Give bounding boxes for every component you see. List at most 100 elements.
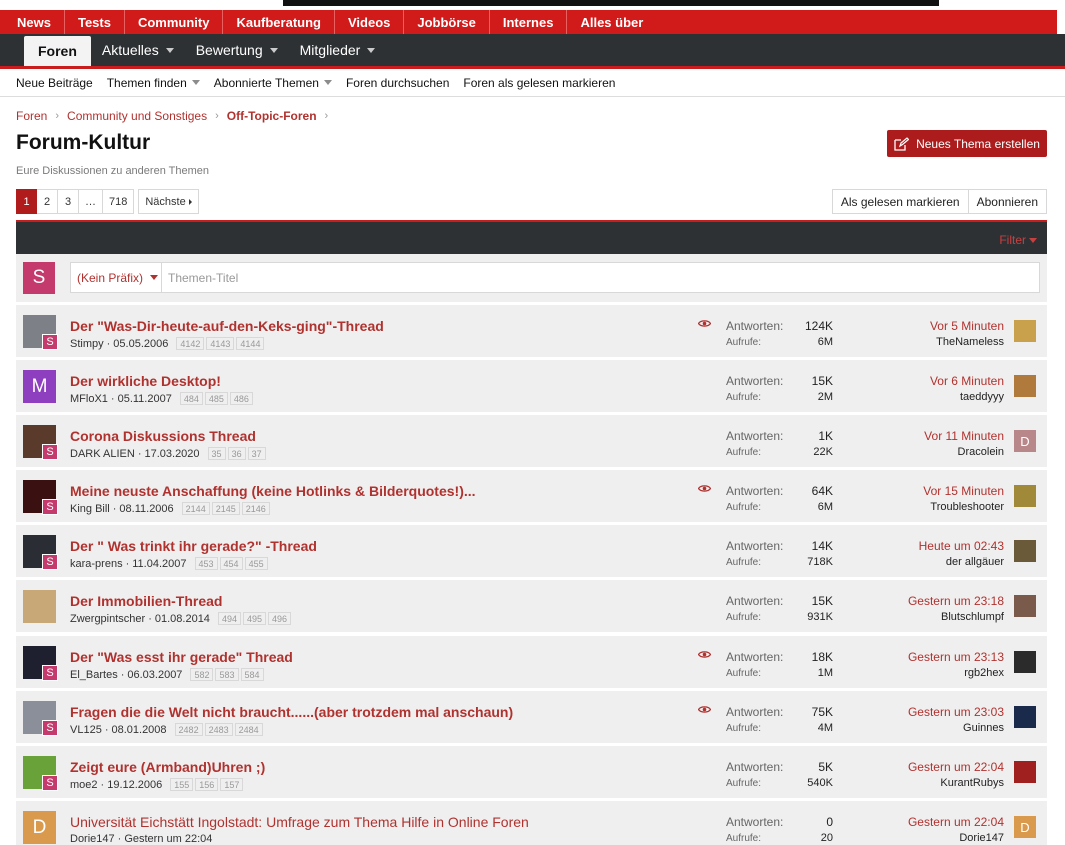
page-link-last[interactable]: 718	[103, 189, 135, 214]
thread-title[interactable]: Zeigt eure (Armband)Uhren ;)	[70, 759, 265, 775]
last-post-user[interactable]: rgb2hex	[964, 667, 1004, 679]
thread-author[interactable]: kara-prens	[70, 558, 123, 570]
page-link-3[interactable]: 3	[58, 189, 79, 214]
avatar[interactable]	[1014, 761, 1036, 783]
thread-page-link[interactable]: 2144	[181, 502, 210, 515]
last-post-time[interactable]: Vor 11 Minuten	[924, 429, 1004, 443]
filter-button[interactable]: Filter	[999, 233, 1037, 247]
tab-foren[interactable]: Foren	[24, 36, 91, 66]
thread-page-link[interactable]: 455	[244, 557, 268, 570]
thread-page-link[interactable]: 583	[215, 668, 239, 681]
top-nav-item[interactable]: Jobbörse	[404, 10, 490, 34]
top-nav-item[interactable]: News	[0, 10, 65, 34]
last-post-user[interactable]: taeddyyy	[960, 391, 1004, 403]
last-post-user[interactable]: Blutschlumpf	[941, 611, 1004, 623]
avatar[interactable]	[1014, 485, 1036, 507]
top-nav-item[interactable]: Videos	[335, 10, 405, 34]
thread-page-link[interactable]: 4143	[206, 337, 235, 350]
thread-row[interactable]: S Meine neuste Anschaffung (keine Hotlink…	[16, 470, 1047, 522]
avatar[interactable]	[1014, 320, 1036, 342]
page-link-1[interactable]: 1	[16, 189, 37, 214]
top-nav-item[interactable]: Alles über	[567, 10, 656, 34]
link-watched-threads[interactable]: Abonnierte Themen	[207, 76, 339, 90]
thread-row[interactable]: M Der wirkliche Desktop! MFloX1 · 05.11.2007…	[16, 360, 1047, 412]
avatar[interactable]: S	[23, 701, 58, 736]
new-thread-button[interactable]: Neues Thema erstellen	[887, 130, 1047, 157]
prefix-select[interactable]: (Kein Präfix)	[70, 262, 162, 293]
thread-author[interactable]: DARK ALIEN	[70, 448, 135, 460]
breadcrumb-community[interactable]: Community und Sonstiges	[67, 109, 207, 123]
thread-page-link[interactable]: 454	[219, 557, 243, 570]
thread-row[interactable]: S Der "Was esst ihr gerade" Thread El_Bart…	[16, 636, 1047, 688]
top-nav-item[interactable]: Community	[125, 10, 224, 34]
last-post-time[interactable]: Vor 6 Minuten	[930, 374, 1004, 388]
avatar[interactable]: S	[23, 480, 58, 515]
avatar[interactable]: S	[23, 315, 58, 350]
avatar[interactable]: S	[23, 535, 58, 570]
thread-author[interactable]: MFloX1	[70, 393, 108, 405]
thread-title[interactable]: Der "Was-Dir-heute-auf-den-Keks-ging"-Th…	[70, 318, 384, 334]
thread-title[interactable]: Universität Eichstätt Ingolstadt: Umfrag…	[70, 814, 529, 830]
thread-page-link[interactable]: 37	[247, 447, 266, 460]
thread-page-link[interactable]: 495	[242, 612, 266, 625]
thread-author[interactable]: Zwergpintscher	[70, 613, 145, 625]
last-post-user[interactable]: Dorie147	[959, 832, 1004, 844]
top-nav-item[interactable]: Tests	[65, 10, 125, 34]
thread-row[interactable]: S Der " Was trinkt ihr gerade?" -Thread ka…	[16, 525, 1047, 577]
thread-title-input[interactable]	[161, 262, 1040, 293]
thread-title[interactable]: Der Immobilien-Thread	[70, 593, 222, 609]
last-post-time[interactable]: Gestern um 22:04	[908, 815, 1004, 829]
thread-author[interactable]: King Bill	[70, 503, 110, 515]
thread-row[interactable]: S Zeigt eure (Armband)Uhren ;) moe2 · 19.12.…	[16, 746, 1047, 798]
last-post-user[interactable]: Troubleshooter	[930, 501, 1004, 513]
last-post-time[interactable]: Vor 15 Minuten	[923, 484, 1004, 498]
thread-page-link[interactable]: 2146	[241, 502, 270, 515]
thread-author[interactable]: El_Bartes	[70, 669, 118, 681]
subscribe-button[interactable]: Abonnieren	[968, 189, 1047, 214]
tab-mitglieder[interactable]: Mitglieder	[289, 34, 387, 66]
last-post-time[interactable]: Vor 5 Minuten	[930, 319, 1004, 333]
thread-author[interactable]: Dorie147	[70, 833, 115, 845]
thread-row[interactable]: S Fragen die die Welt nicht braucht......…	[16, 691, 1047, 743]
link-new-posts[interactable]: Neue Beiträge	[9, 76, 100, 90]
thread-page-link[interactable]: 4142	[176, 337, 205, 350]
thread-page-link[interactable]: 582	[190, 668, 214, 681]
thread-page-link[interactable]: 496	[268, 612, 292, 625]
avatar[interactable]: D	[1014, 430, 1036, 452]
avatar[interactable]: S	[23, 756, 58, 791]
avatar[interactable]	[23, 590, 56, 623]
last-post-time[interactable]: Heute um 02:43	[919, 539, 1004, 553]
next-page-button[interactable]: Nächste	[138, 189, 199, 214]
thread-row[interactable]: Der Immobilien-Thread Zwergpintscher · 01.0…	[16, 580, 1047, 632]
avatar[interactable]: S	[23, 646, 58, 681]
avatar[interactable]	[1014, 706, 1036, 728]
top-nav-item[interactable]: Internes	[490, 10, 568, 34]
thread-page-link[interactable]: 485	[204, 392, 228, 405]
thread-page-link[interactable]: 584	[240, 668, 264, 681]
page-jump[interactable]: …	[79, 189, 103, 214]
tab-aktuelles[interactable]: Aktuelles	[91, 34, 185, 66]
last-post-user[interactable]: der allgäuer	[946, 556, 1004, 568]
thread-author[interactable]: VL125	[70, 724, 102, 736]
thread-title[interactable]: Der " Was trinkt ihr gerade?" -Thread	[70, 538, 317, 554]
avatar[interactable]	[1014, 595, 1036, 617]
last-post-time[interactable]: Gestern um 22:04	[908, 760, 1004, 774]
top-nav-item[interactable]: Kaufberatung	[223, 10, 335, 34]
last-post-time[interactable]: Gestern um 23:13	[908, 650, 1004, 664]
thread-page-link[interactable]: 4144	[236, 337, 265, 350]
thread-page-link[interactable]: 155	[170, 778, 194, 791]
tab-bewertung[interactable]: Bewertung	[185, 34, 289, 66]
thread-title[interactable]: Corona Diskussions Thread	[70, 428, 256, 444]
thread-page-link[interactable]: 2145	[211, 502, 240, 515]
avatar[interactable]	[1014, 540, 1036, 562]
thread-page-link[interactable]: 486	[229, 392, 253, 405]
last-post-user[interactable]: Dracolein	[958, 446, 1004, 458]
link-search-forums[interactable]: Foren durchsuchen	[339, 76, 456, 90]
avatar[interactable]: D	[1014, 816, 1036, 838]
last-post-user[interactable]: Guinnes	[963, 722, 1004, 734]
thread-title[interactable]: Der wirkliche Desktop!	[70, 373, 221, 389]
thread-author[interactable]: moe2	[70, 779, 98, 791]
thread-row[interactable]: S Corona Diskussions Thread DARK ALIEN · 17.…	[16, 415, 1047, 467]
thread-page-link[interactable]: 494	[217, 612, 241, 625]
thread-page-link[interactable]: 35	[207, 447, 226, 460]
